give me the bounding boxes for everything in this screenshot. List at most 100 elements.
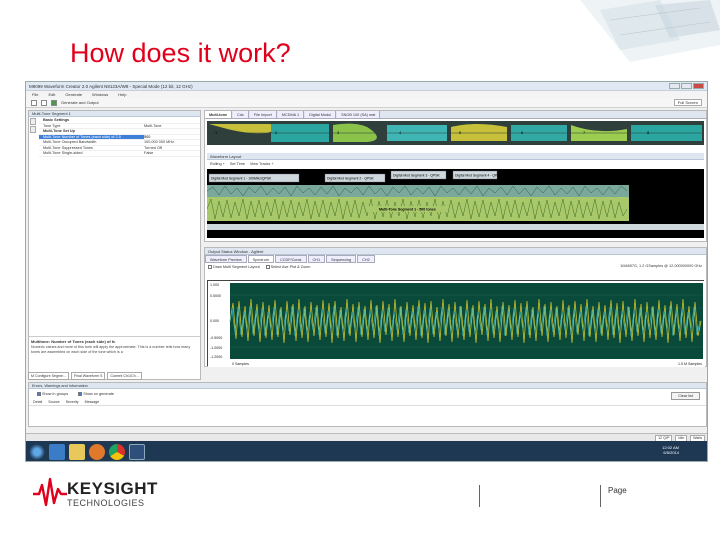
tray-date: 6/5/2014 bbox=[663, 450, 679, 455]
corner-decoration bbox=[560, 0, 720, 70]
y-tick-label: 0.000 bbox=[210, 319, 219, 323]
description-body: Numeric values and more of this tone wil… bbox=[31, 345, 191, 354]
output-status-title: Output Status Window - Agilent bbox=[205, 248, 706, 255]
page-label: Page bbox=[608, 486, 627, 495]
tab-waveform-preview[interactable]: Waveform Preview bbox=[205, 255, 247, 263]
layout-segment-label: Digital Mod Segment 4 - QPSK bbox=[455, 174, 502, 178]
menu-generate[interactable]: Generate bbox=[65, 92, 82, 97]
start-icon[interactable] bbox=[29, 444, 45, 460]
tab-final-waveform[interactable]: Final Waveform S bbox=[70, 372, 106, 380]
media-player-icon[interactable] bbox=[89, 444, 105, 460]
keysight-logo: KEYSIGHT TECHNOLOGIES bbox=[33, 477, 157, 512]
menu-help[interactable]: Help bbox=[118, 92, 126, 97]
tab-current-ch[interactable]: Current Ch1/Ch... bbox=[107, 372, 142, 380]
generate-icon[interactable] bbox=[51, 99, 57, 106]
layout-segment-label: Digital Mod Segment 2 - QPSK bbox=[327, 177, 374, 181]
tab-digital-modul[interactable]: Digital Modul bbox=[305, 111, 337, 118]
toolbar: Generate and Output Full Screen bbox=[26, 98, 707, 108]
sort-icon[interactable] bbox=[30, 126, 36, 133]
segment-tabs: Multi-tone Cdc File Import MCDMA 1 Digit… bbox=[205, 111, 706, 119]
left-bottom-tabs: M Configure Segme... Final Waveform S Cu… bbox=[28, 372, 203, 380]
footer-divider bbox=[600, 485, 601, 507]
save-icon[interactable] bbox=[41, 99, 47, 106]
errors-table-header: Detail Source Severity Message bbox=[29, 399, 706, 406]
tab-configure-segment[interactable]: M Configure Segme... bbox=[28, 372, 69, 380]
tree-row-value[interactable]: 500 bbox=[144, 134, 200, 139]
new-icon[interactable] bbox=[31, 99, 37, 106]
output-status-panel: Output Status Window - Agilent Waveform … bbox=[204, 247, 707, 367]
set-time-button[interactable]: Set Time bbox=[230, 162, 245, 166]
show-in-groups-checkbox[interactable]: Show in groups bbox=[37, 392, 68, 396]
output-tabs: Waveform Preview Spectrum CCDF/Const CH1… bbox=[205, 255, 706, 263]
tab-multi-tone[interactable]: Multi-tone bbox=[205, 111, 233, 118]
generate-output-label[interactable]: Generate and Output bbox=[61, 100, 99, 105]
menu-edit[interactable]: Edit bbox=[48, 92, 55, 97]
chrome-icon[interactable] bbox=[109, 444, 125, 460]
description-title: Multitone: Number of Tones (each side) o… bbox=[31, 339, 116, 344]
window-title: M9099 Waveform Creator 2.0 Agilent N8123… bbox=[29, 83, 193, 89]
tab-sequencing[interactable]: Sequencing bbox=[326, 255, 357, 263]
settings-panel: Multi-Tone Segment 1 Basic Settings Tone… bbox=[28, 110, 201, 380]
show-on-generate-checkbox[interactable]: Show on generate bbox=[78, 392, 114, 396]
tab-ch1[interactable]: CH1 bbox=[307, 255, 326, 263]
waveform-app-icon[interactable] bbox=[129, 444, 145, 460]
settings-panel-title: Multi-Tone Segment 1 bbox=[29, 111, 200, 117]
tree-row-value: Turned Off bbox=[144, 145, 162, 150]
y-tick-label: 1.000 bbox=[210, 283, 219, 287]
column-source[interactable]: Source bbox=[48, 399, 59, 405]
status-bar: 12 QIP Idle Waits bbox=[26, 433, 707, 442]
layout-canvas[interactable]: Digital Mod Segment 1 - 100MHz/QPSK Digi… bbox=[206, 169, 704, 238]
menu-windows[interactable]: Windows bbox=[92, 92, 108, 97]
close-button[interactable] bbox=[693, 83, 704, 89]
system-tray[interactable]: 12:02 AM 6/5/2014 bbox=[662, 445, 679, 455]
clear-list-button[interactable]: Clear list bbox=[671, 392, 700, 400]
rolling-button[interactable]: Rolling + bbox=[210, 162, 225, 166]
tab-snob[interactable]: SNOB 100 (SA) mat bbox=[337, 111, 381, 118]
tab-ch2[interactable]: CH2 bbox=[357, 255, 375, 263]
minimize-button[interactable] bbox=[669, 83, 680, 89]
tree-row-name: Multi-Tone Suppressed Tones bbox=[43, 145, 93, 150]
menu-file[interactable]: File bbox=[32, 92, 38, 97]
layout-controls: Rolling + Set Time View Tracks + bbox=[207, 160, 704, 168]
tree-row-name: Multi-Tone Number of Tones (each side) o… bbox=[43, 134, 121, 139]
draw-layout-checkbox[interactable]: Draw Multi Segment Layout bbox=[208, 265, 260, 269]
layout-segment-label: Digital Mod Segment 1 - 100MHz/QPSK bbox=[211, 177, 272, 181]
internet-explorer-icon[interactable] bbox=[49, 444, 65, 460]
settings-tree: Basic Settings Tone Type Multi-Tone Multi… bbox=[39, 118, 200, 157]
maximize-button[interactable] bbox=[681, 83, 692, 89]
tree-row-value: 100.000 000 MHz bbox=[144, 140, 174, 144]
y-tick-label: -1.2000 bbox=[210, 355, 222, 359]
tab-file-import[interactable]: File Import bbox=[249, 111, 277, 118]
draw-layout-label: Draw Multi Segment Layout bbox=[213, 265, 260, 269]
full-screen-button[interactable]: Full Screen bbox=[673, 99, 702, 106]
errors-panel: Errors, Warnings and Information Show in… bbox=[28, 382, 707, 427]
waveform-layout-title: Waveform Layout bbox=[207, 153, 704, 160]
properties-icon[interactable] bbox=[30, 118, 36, 125]
keysight-wave-icon bbox=[33, 477, 67, 507]
waveform-plot[interactable]: 1.000 0.5000 0.000 -0.5000 -1.0000 -1.20… bbox=[207, 280, 705, 367]
column-severity[interactable]: Severity bbox=[66, 399, 79, 405]
waveform-layout: Waveform Layout Rolling + Set Time View … bbox=[206, 153, 704, 238]
errors-options: Show in groups Show on generate bbox=[29, 389, 706, 399]
select-plot-checkbox[interactable]: Select Ave Plot & Zoom bbox=[265, 265, 310, 269]
side-icons bbox=[30, 118, 38, 134]
y-tick-label: 0.5000 bbox=[210, 294, 221, 298]
column-detail[interactable]: Detail bbox=[33, 399, 42, 405]
file-explorer-icon[interactable] bbox=[69, 444, 85, 460]
footer-divider bbox=[479, 485, 480, 507]
tab-cdc[interactable]: Cdc bbox=[233, 111, 249, 118]
tab-mcdma[interactable]: MCDMA 1 bbox=[277, 111, 305, 118]
logo-wordmark: KEYSIGHT bbox=[67, 479, 158, 498]
view-tracks-button[interactable]: View Tracks + bbox=[250, 162, 274, 166]
x-axis-left-label: 0 Samples bbox=[232, 362, 249, 366]
tree-row[interactable]: Multi-Tone Single-sided False bbox=[39, 151, 200, 157]
tab-ccdf[interactable]: CCDF/Const bbox=[274, 255, 307, 263]
tree-row-value bbox=[144, 118, 200, 123]
column-message[interactable]: Message bbox=[85, 399, 100, 405]
segment-strip[interactable]: 1 2 3 4 5 6 7 8 bbox=[207, 121, 704, 145]
sample-info: 1M4657G, 1.2 GSamples @ 12.000000000 GHz bbox=[620, 264, 702, 268]
logo-subtitle: TECHNOLOGIES bbox=[67, 498, 145, 508]
show-in-groups-label: Show in groups bbox=[42, 392, 69, 396]
tab-spectrum[interactable]: Spectrum bbox=[247, 255, 274, 263]
tree-row-name: Multi-Tone Occupied Bandwidth bbox=[43, 140, 97, 144]
